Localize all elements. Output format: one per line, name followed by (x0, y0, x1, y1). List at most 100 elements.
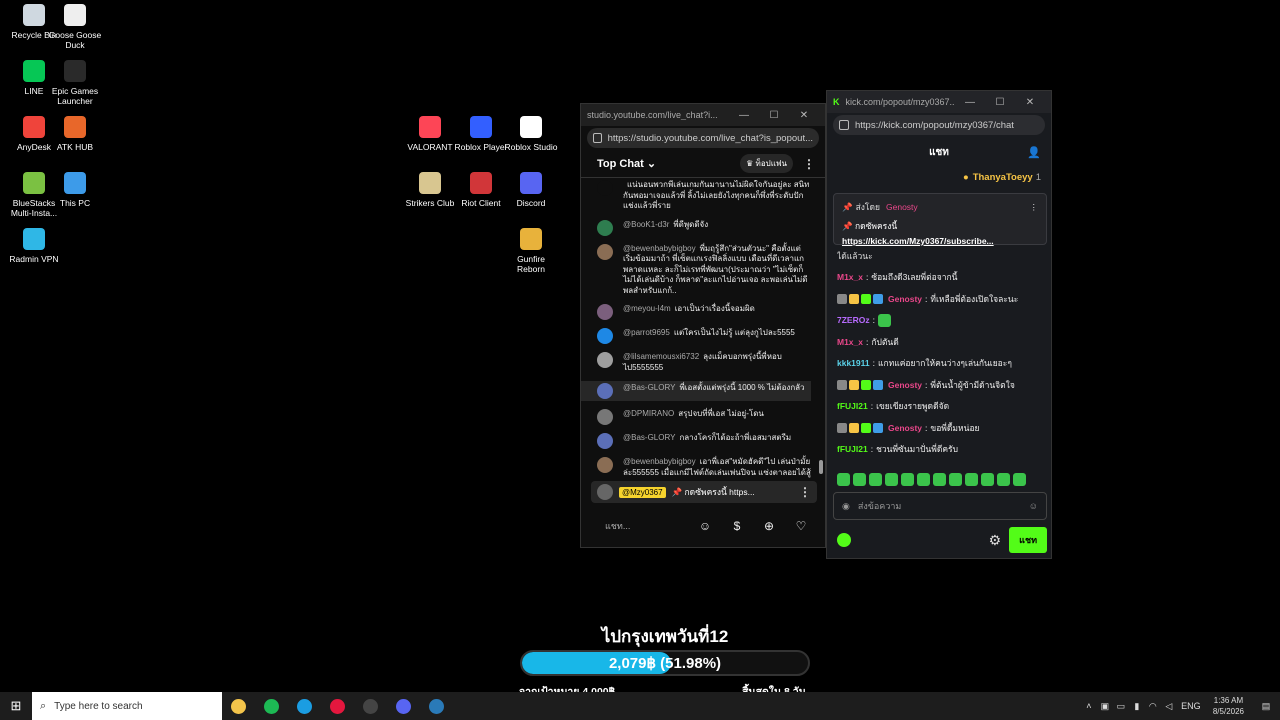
chat-message[interactable]: แน่นอนพวกพี่เล่นเกมกันมานานไม่ผิดใจกันอย… (597, 180, 811, 212)
taskbar-app[interactable] (255, 692, 288, 720)
emote-icon[interactable] (965, 473, 978, 486)
message-username[interactable]: Genosty (888, 380, 922, 390)
chat-message[interactable]: Genosty: ที่เหลือพี่ต้องเปิดใจละนะ (837, 288, 1047, 310)
message-author[interactable]: @DPMIRANO (623, 409, 674, 418)
emote-icon[interactable] (853, 473, 866, 486)
emote-icon[interactable] (981, 473, 994, 486)
message-author[interactable]: @meyou-l4m (623, 304, 671, 313)
desktop-icon[interactable]: Gunfire Reborn (503, 228, 559, 274)
users-icon[interactable]: 👤 (1027, 146, 1041, 159)
chat-message[interactable]: @bewenbabybigboy เอาพี่เอส"หมัดฮัคดี"ไป เ… (597, 457, 811, 478)
send-button[interactable]: แชท (1009, 527, 1047, 553)
message-author[interactable]: @lilsamemousxi6732 (623, 352, 699, 361)
top-chat-dropdown[interactable]: Top Chat ⌄ (597, 157, 740, 170)
chat-message[interactable]: @lilsamemousxi6732 ลุงแม็คบอกพรุ่งนี้พี่ห… (597, 352, 811, 373)
gear-icon[interactable]: ⚙ (989, 532, 1002, 549)
taskbar-search[interactable]: ⌕ Type here to search (32, 692, 222, 720)
chat-message[interactable]: @BooK1-d3r พี่ดีพูดดีจัง (597, 219, 811, 236)
message-author[interactable]: @BooK1-d3r (623, 220, 669, 229)
chat-message[interactable]: Genosty: ขอพี่ดื้มหน่อย (837, 417, 1047, 439)
chevron-up-icon[interactable]: ˄ (1081, 701, 1097, 711)
more-options-icon[interactable]: ⋮ (799, 485, 811, 499)
message-username[interactable]: Genosty (888, 423, 922, 433)
chat-message[interactable]: fFUJI21: ชวนพี่ซันมาปั่นพี่ดีครับ (837, 439, 1047, 461)
emote-icon[interactable] (997, 473, 1010, 486)
taskbar-app[interactable] (222, 692, 255, 720)
desktop-icon[interactable]: Radmin VPN (6, 228, 62, 264)
message-username[interactable]: kkk1911 (837, 358, 870, 368)
chat-message[interactable]: 7ZEROz: (837, 310, 1047, 332)
desktop-icon[interactable]: This PC (47, 172, 103, 208)
minimize-icon[interactable]: — (729, 110, 759, 121)
super-chat-icon[interactable]: $ (721, 519, 753, 533)
chat-message[interactable]: @DPMIRANO สรุปจบที่พี่เอส ไม่อยู่-โดน (597, 409, 811, 425)
mic-icon[interactable]: ▮ (1129, 701, 1145, 712)
message-author[interactable]: @bewenbabybigboy (623, 244, 696, 253)
desktop-icon[interactable]: Roblox Studio (503, 116, 559, 152)
maximize-icon[interactable]: ☐ (985, 97, 1015, 108)
more-options-icon[interactable]: ⋮ (803, 157, 815, 171)
heart-icon[interactable]: ♡ (785, 519, 817, 533)
taskbar-app[interactable] (354, 692, 387, 720)
message-username[interactable]: M1x_x (837, 272, 863, 282)
pinned-text[interactable]: 📌 กดซัพครงนี้ https... (672, 485, 799, 499)
emote-icon[interactable] (933, 473, 946, 486)
taskbar-app[interactable] (387, 692, 420, 720)
message-username[interactable]: 7ZEROz (837, 315, 870, 325)
emote-icon[interactable] (1013, 473, 1026, 486)
chat-message[interactable]: @Bas-GLORY กลางโครก็ได้อะถ้าพี่เอสมาสตรีม (597, 433, 811, 449)
message-username[interactable]: fFUJI21 (837, 444, 868, 454)
chat-message-list[interactable]: ได้แล้วนะ M1x_x: ซ้อมถึงดี3เลยพี่ต่อจากนี… (837, 251, 1047, 461)
emote-icon[interactable] (917, 473, 930, 486)
close-icon[interactable]: ✕ (789, 110, 819, 121)
message-username[interactable]: fFUJI21 (837, 401, 868, 411)
message-author[interactable]: @Bas-GLORY (623, 433, 675, 442)
close-icon[interactable]: ✕ (1015, 97, 1045, 108)
message-username[interactable]: M1x_x (837, 337, 863, 347)
desktop-icon[interactable]: Roblox Player (453, 116, 509, 152)
chat-message[interactable]: M1x_x: ซ้อมถึงดี3เลยพี่ต่อจากนี้ (837, 267, 1047, 289)
chat-message[interactable]: kkk1911: แกทแค่อยากให้คนว่างๆเล่นกันเยอะๆ (837, 353, 1047, 375)
chat-message[interactable]: @bewenbabybigboy พี่มฤรู้สึก"ส่วนตัวนะ" ค… (597, 243, 811, 297)
desktop-icon[interactable]: Discord (503, 172, 559, 208)
pinned-message[interactable]: @Mzy0367 📌 กดซัพครงนี้ https... ⋮ (591, 481, 817, 503)
message-author[interactable]: @Bas-GLORY (623, 383, 675, 392)
kick-coin-icon[interactable] (837, 533, 851, 547)
chat-message[interactable]: @parrot9695 แต่ใครเป็นไงไม่รู้ แต่ลุงกูไป… (597, 328, 811, 344)
taskbar-app[interactable] (321, 692, 354, 720)
windows-start-icon[interactable]: ⊞ (0, 692, 32, 720)
taskbar-app[interactable] (288, 692, 321, 720)
desktop-icon[interactable]: Riot Client (453, 172, 509, 208)
emoji-icon[interactable]: ☺ (689, 519, 721, 533)
scroll-thumb[interactable] (819, 460, 823, 474)
more-options-icon[interactable]: ⋮ (1030, 202, 1039, 213)
chat-input[interactable]: ◉ ส่งข้อความ ☺ (833, 492, 1047, 520)
emote-icon[interactable] (837, 473, 850, 486)
chat-message[interactable]: @meyou-l4m เอาเป็นว่าเรื่องนี้จอมผิด (597, 304, 811, 320)
emote-icon[interactable] (885, 473, 898, 486)
desktop-icon[interactable]: Goose Goose Duck (47, 4, 103, 50)
network-icon[interactable]: ▣ (1097, 701, 1113, 712)
desktop-icon[interactable]: ATK HUB (47, 116, 103, 152)
volume-icon[interactable]: ◁ (1161, 701, 1177, 712)
minimize-icon[interactable]: — (955, 97, 985, 108)
chat-message[interactable]: @Bas-GLORY พี่เอสตั้งแต่พรุ่งนี้ 1000 % ไ… (581, 381, 811, 401)
chat-message[interactable]: Genosty: พี่ต้นน้ำผู้ข้ามีด้านจิตใจ (837, 374, 1047, 396)
emote-icon[interactable] (949, 473, 962, 486)
wifi-icon[interactable]: ◠ (1145, 701, 1161, 712)
message-username[interactable]: Genosty (888, 294, 922, 304)
chat-message[interactable]: M1x_x: กัปตันดี (837, 331, 1047, 353)
address-bar[interactable]: https://studio.youtube.com/live_chat?is_… (587, 128, 819, 148)
chat-message[interactable]: fFUJI21: เขยเขียงรายพูดดีจัด (837, 396, 1047, 418)
desktop-icon[interactable]: Strikers Club (402, 172, 458, 208)
language-indicator[interactable]: ENG (1177, 701, 1205, 711)
battery-icon[interactable]: ▭ (1113, 701, 1129, 712)
scrollbar[interactable] (819, 184, 823, 474)
emote-icon[interactable] (901, 473, 914, 486)
emoji-icon[interactable]: ☺ (1029, 501, 1038, 511)
top-fan-pill[interactable]: ♛ ท็อปแฟน (740, 154, 793, 173)
message-author[interactable]: @bewenbabybigboy (623, 457, 696, 466)
maximize-icon[interactable]: ☐ (759, 110, 789, 121)
emote-bar[interactable] (837, 473, 1029, 486)
emote-icon[interactable] (869, 473, 882, 486)
